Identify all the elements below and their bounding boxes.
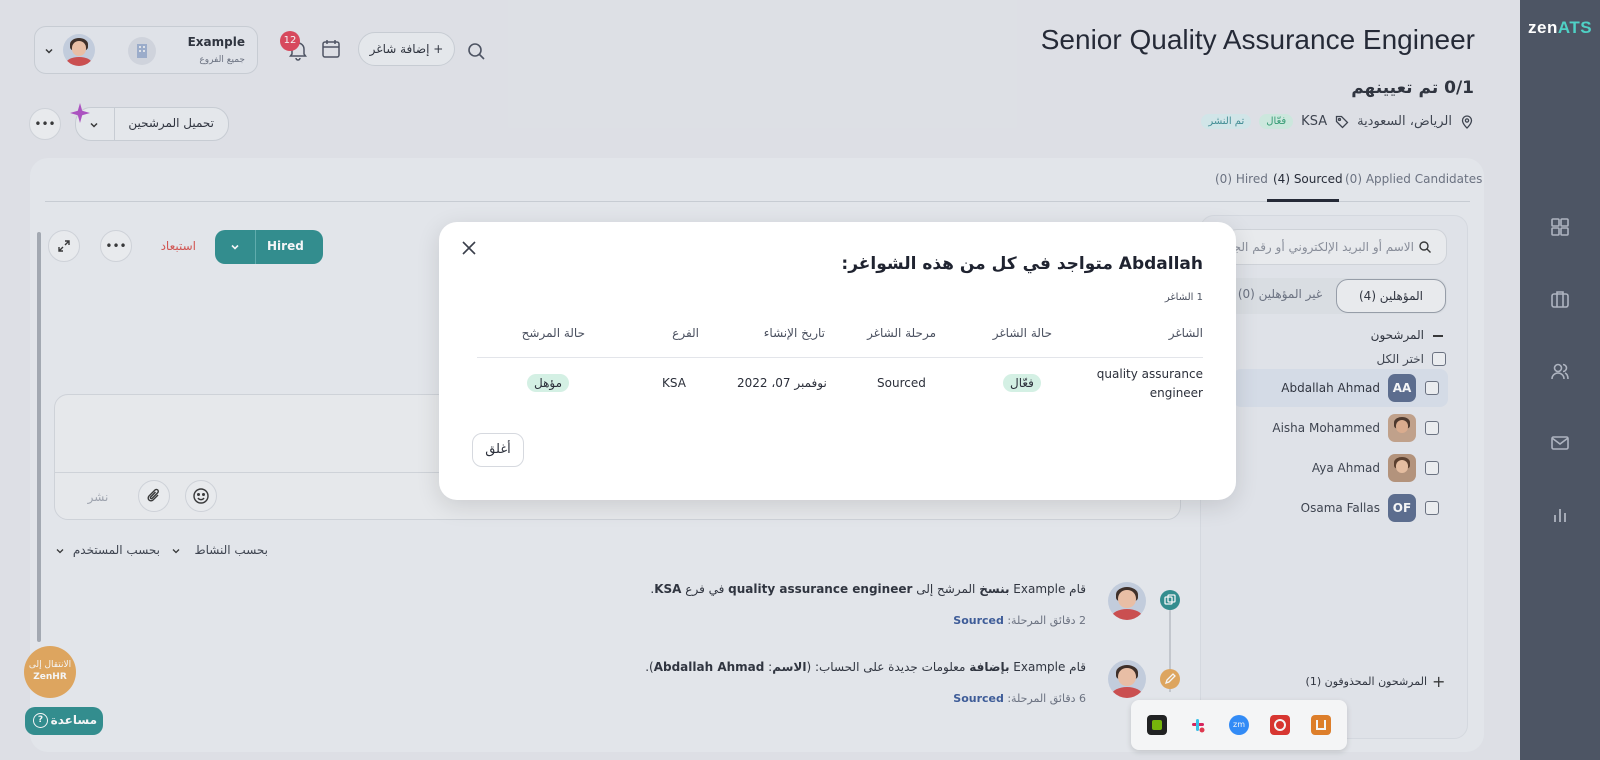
table-header-divider [477,357,1203,358]
duplicate-jobs-modal: Abdallah متواجد في كل من هذه الشواغر: 1 … [439,222,1236,500]
job-cell[interactable]: quality assurance engineer [1097,365,1203,403]
stage-cell: Sourced [877,376,926,390]
column-header: الشاغر [1168,326,1203,340]
column-header: حالة الشاغر [992,326,1052,340]
users-icon[interactable] [1549,360,1571,382]
column-header: مرحلة الشاغر [867,326,936,340]
zenats-logo[interactable]: zenATS [1528,18,1592,38]
column-header: الفرع [672,326,699,340]
job-status-badge: فعّال [1003,374,1041,392]
dashboard-icon[interactable] [1549,216,1571,238]
column-header: حالة المرشح [521,326,585,340]
candidate-status-badge: مؤهل [527,374,570,392]
mail-icon[interactable] [1549,432,1571,454]
branch-cell: KSA [662,376,686,390]
created-date-cell: نوفمبر 07، 2022 [737,376,827,390]
modal-title: Abdallah متواجد في كل من هذه الشواغر: [841,254,1203,274]
side-rail: zenATS [1520,0,1600,760]
column-header: تاريخ الإنشاء [763,326,825,340]
jobs-count: 1 الشاغر [1164,292,1203,303]
close-icon[interactable] [459,238,479,258]
briefcase-icon[interactable] [1549,288,1571,310]
close-button[interactable]: أغلق [472,433,524,467]
reports-icon[interactable] [1549,504,1571,526]
